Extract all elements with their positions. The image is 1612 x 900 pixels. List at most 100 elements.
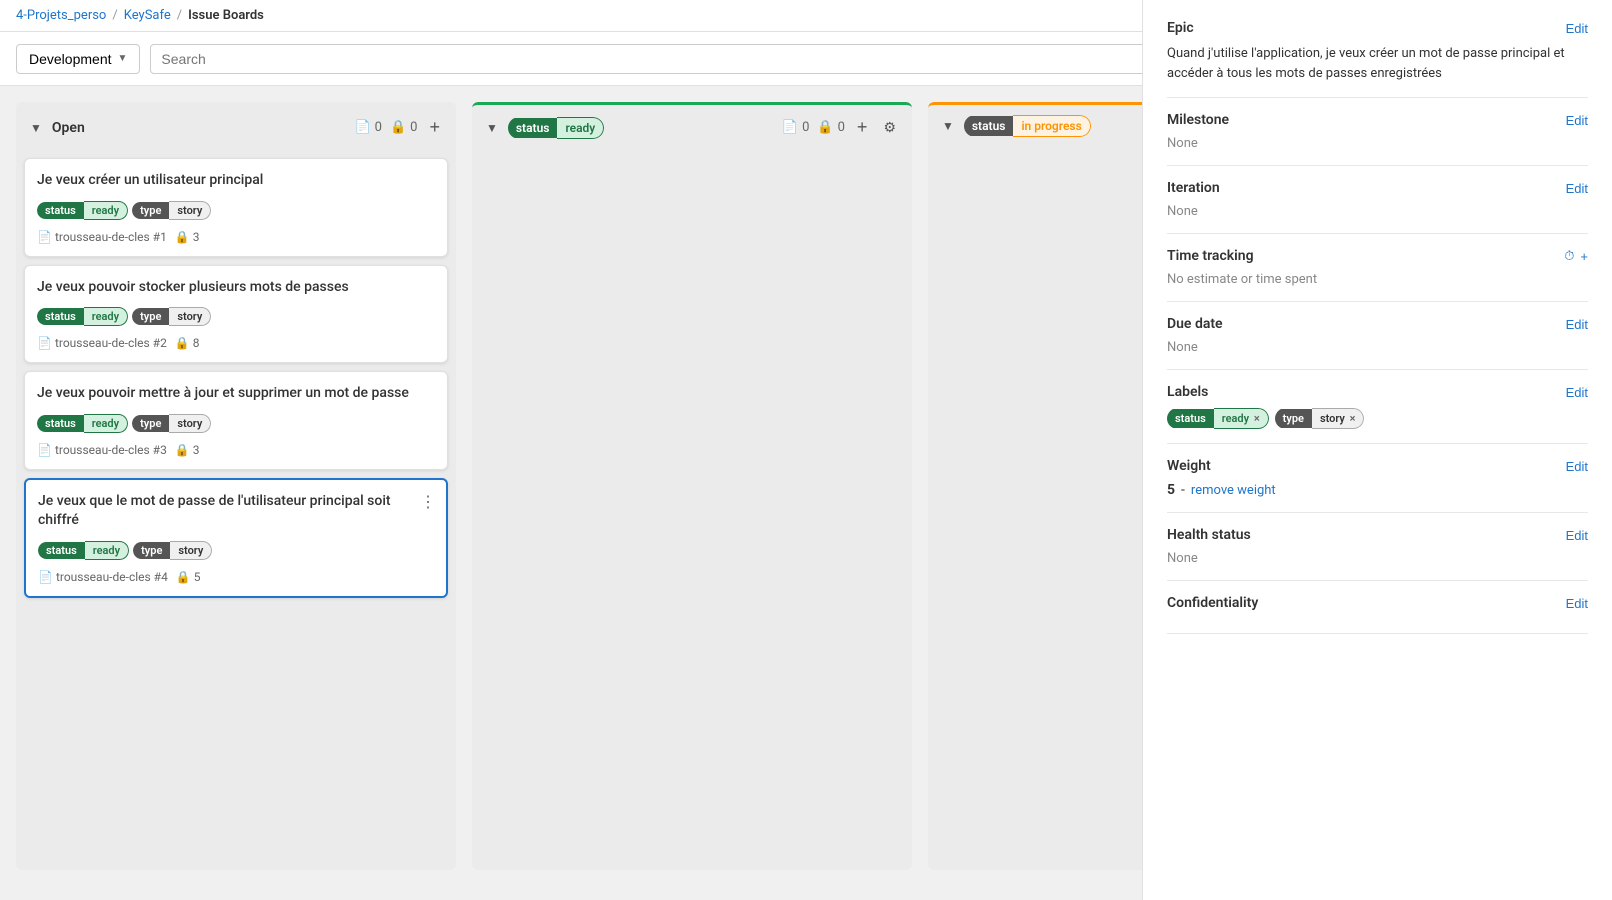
epic-title: Epic (1167, 20, 1194, 36)
type-label: type story (132, 305, 211, 328)
type-label: type story (132, 199, 211, 222)
milestone-edit-btn[interactable]: Edit (1566, 113, 1588, 128)
iteration-value: None (1167, 204, 1588, 219)
ready-settings-btn[interactable]: ⚙ (879, 117, 900, 138)
confidentiality-title: Confidentiality (1167, 595, 1258, 611)
ready-badge-key: status (508, 118, 558, 138)
card-task-count: 8 (193, 336, 200, 350)
breadcrumb-current: Issue Boards (188, 8, 264, 23)
task-icon: 🔒 (817, 120, 833, 135)
iteration-edit-btn[interactable]: Edit (1566, 181, 1588, 196)
health-status-title: Health status (1167, 527, 1251, 543)
iteration-section: Iteration Edit None (1167, 166, 1588, 234)
doc-icon: 📄 (782, 120, 798, 135)
card-ref: trousseau-de-cles #3 (55, 443, 167, 457)
ready-column-body (472, 150, 912, 870)
confidentiality-edit-btn[interactable]: Edit (1566, 596, 1588, 611)
column-open: ▼ Open 📄 0 🔒 0 + Je veux créer un utilis… (16, 102, 456, 870)
health-status-value: None (1167, 551, 1588, 566)
time-tracking-add-btn[interactable]: + (1580, 248, 1588, 264)
weight-value: 5 (1167, 482, 1175, 498)
ready-add-btn[interactable]: + (853, 115, 872, 140)
time-tracking-section: Time tracking ⏱ + No estimate or time sp… (1167, 234, 1588, 302)
epic-section: Epic Edit Quand j'utilise l'application,… (1167, 20, 1588, 98)
epic-edit-btn[interactable]: Edit (1566, 21, 1588, 36)
status-label: status ready (37, 305, 128, 328)
panel-label-type-val: story × (1312, 408, 1365, 429)
time-tracking-value: No estimate or time spent (1167, 272, 1588, 287)
weight-title: Weight (1167, 458, 1211, 474)
labels-title: Labels (1167, 384, 1208, 400)
status-label: status ready (37, 412, 128, 435)
dropdown-label: Development (29, 51, 112, 67)
card-footer: 📄 trousseau-de-cles #2 🔒 8 (37, 336, 435, 350)
ready-badge-val: ready (557, 117, 604, 139)
panel-labels: status ready × type story × (1167, 408, 1588, 429)
card-title: Je veux que le mot de passe de l'utilisa… (38, 492, 434, 531)
development-dropdown[interactable]: Development ▼ (16, 44, 140, 74)
remove-status-label-btn[interactable]: × (1254, 412, 1260, 425)
iteration-title: Iteration (1167, 180, 1220, 196)
column-ready: ▼ status ready 📄 0 🔒 0 + ⚙ (472, 102, 912, 870)
open-task-count: 0 (410, 120, 417, 135)
due-date-title: Due date (1167, 316, 1223, 332)
collapse-inprogress-btn[interactable]: ▼ (940, 117, 956, 135)
open-column-title: Open (52, 120, 85, 136)
doc-icon: 📄 (37, 230, 52, 244)
collapse-open-btn[interactable]: ▼ (28, 119, 44, 137)
type-label: type story (133, 539, 212, 562)
card-task-count: 5 (194, 570, 201, 584)
card-ref: trousseau-de-cles #1 (55, 230, 167, 244)
inprogress-badge-val: in progress (1013, 115, 1090, 137)
breadcrumb-subproject[interactable]: KeySafe (124, 8, 171, 23)
time-tracking-timer-btn[interactable]: ⏱ (1564, 248, 1574, 264)
card-title: Je veux créer un utilisateur principal (37, 171, 435, 191)
column-header-ready: ▼ status ready 📄 0 🔒 0 + ⚙ (472, 102, 912, 150)
task-icon: 🔒 (390, 120, 406, 135)
weight-edit-btn[interactable]: Edit (1566, 459, 1588, 474)
collapse-ready-btn[interactable]: ▼ (484, 119, 500, 137)
card-title: Je veux pouvoir stocker plusieurs mots d… (37, 278, 435, 298)
status-label: status ready (38, 539, 129, 562)
milestone-section: Milestone Edit None (1167, 98, 1588, 166)
card-footer: 📄 trousseau-de-cles #4 🔒 5 (38, 570, 434, 584)
card-footer: 📄 trousseau-de-cles #3 🔒 3 (37, 443, 435, 457)
breadcrumb-project[interactable]: 4-Projets_perso (16, 8, 106, 23)
card-title: Je veux pouvoir mettre à jour et supprim… (37, 384, 435, 404)
panel-label-status: status ready × (1167, 408, 1269, 429)
card-labels: status ready type story (37, 412, 435, 435)
card-task-count: 3 (193, 230, 200, 244)
table-row[interactable]: Je veux pouvoir stocker plusieurs mots d… (24, 265, 448, 364)
doc-icon: 📄 (354, 120, 370, 135)
task-count-icon: 🔒 (175, 336, 190, 350)
health-status-edit-btn[interactable]: Edit (1566, 528, 1588, 543)
table-row[interactable]: Je veux créer un utilisateur principal s… (24, 158, 448, 257)
confidentiality-section: Confidentiality Edit (1167, 581, 1588, 634)
task-count-icon: 🔒 (175, 230, 190, 244)
labels-section: Labels Edit status ready × type story × (1167, 370, 1588, 444)
card-more-btn[interactable]: ⋮ (418, 490, 438, 514)
doc-icon: 📄 (38, 570, 53, 584)
due-date-edit-btn[interactable]: Edit (1566, 317, 1588, 332)
labels-edit-btn[interactable]: Edit (1566, 385, 1588, 400)
ready-task-count: 0 (838, 120, 845, 135)
table-row[interactable]: Je veux pouvoir mettre à jour et supprim… (24, 371, 448, 470)
remove-weight-link[interactable]: remove weight (1191, 483, 1276, 498)
task-count-icon: 🔒 (175, 443, 190, 457)
panel-label-status-val: ready × (1214, 408, 1269, 429)
weight-section: Weight Edit 5 - remove weight (1167, 444, 1588, 513)
card-labels: status ready type story (37, 199, 435, 222)
type-label: type story (132, 412, 211, 435)
epic-content: Quand j'utilise l'application, je veux c… (1167, 44, 1588, 83)
ready-doc-count: 0 (802, 120, 809, 135)
remove-type-label-btn[interactable]: × (1350, 412, 1356, 425)
table-row[interactable]: ⋮ Je veux que le mot de passe de l'utili… (24, 478, 448, 598)
inprogress-status-badge: status in progress (964, 115, 1091, 137)
panel-label-type: type story × (1275, 408, 1365, 429)
milestone-value: None (1167, 136, 1588, 151)
open-add-btn[interactable]: + (425, 115, 444, 140)
card-labels: status ready type story (38, 539, 434, 562)
right-panel: Epic Edit Quand j'utilise l'application,… (1142, 0, 1612, 900)
doc-icon: 📄 (37, 443, 52, 457)
panel-label-status-key: status (1167, 409, 1214, 428)
